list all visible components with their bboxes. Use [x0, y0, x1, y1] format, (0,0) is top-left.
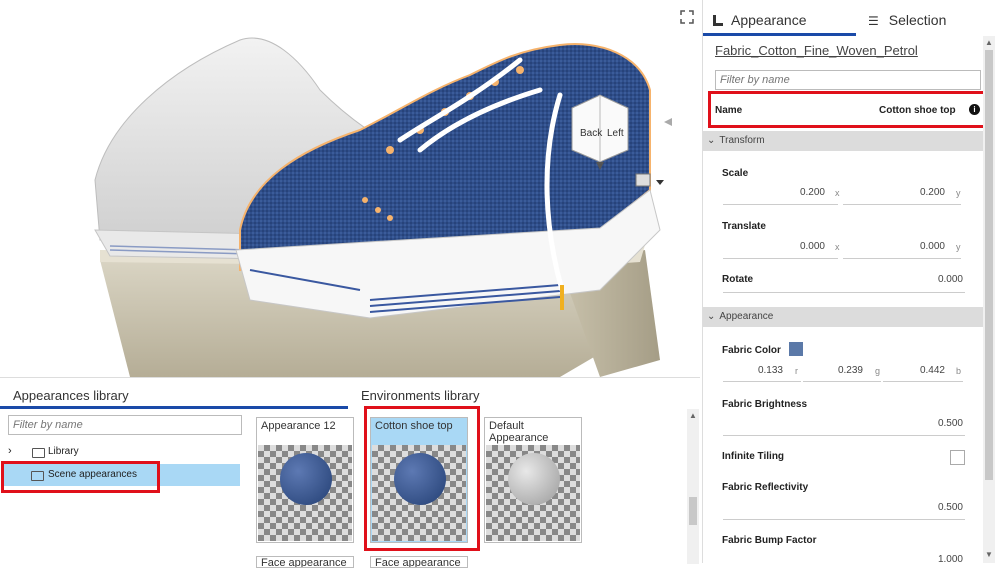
- translate-label: Translate: [722, 221, 766, 232]
- fabric-color-swatch[interactable]: [789, 342, 803, 356]
- infinite-tiling-checkbox[interactable]: [950, 450, 965, 465]
- scale-label: Scale: [722, 168, 749, 179]
- tile-label: Default Appearance: [489, 420, 549, 444]
- chevron-down-icon: ⌄: [707, 135, 716, 146]
- appearance-tile-5[interactable]: Face appearance: [370, 556, 468, 568]
- active-tab-indicator: [703, 33, 856, 36]
- library-scrollbar-thumb[interactable]: [689, 497, 697, 525]
- scale-y-underline: [843, 204, 961, 205]
- scale-y-unit: y: [956, 188, 961, 198]
- bottom-panel: Appearances library Environments library…: [0, 377, 700, 568]
- appearance-preview: [486, 445, 580, 541]
- color-g-unit: g: [875, 366, 881, 376]
- appearance-preview: [258, 445, 352, 541]
- appearance-tile-3[interactable]: Default Appearance: [484, 417, 582, 543]
- cotton-tile-highlight: [364, 406, 480, 551]
- appearance-section-header[interactable]: ⌄ Appearance: [703, 307, 983, 327]
- color-b-underline: [883, 381, 963, 382]
- library-filter-input[interactable]: [8, 415, 242, 435]
- environments-library-title[interactable]: Environments library: [361, 388, 480, 403]
- folder-icon: [32, 448, 45, 458]
- rotate-label: Rotate: [722, 274, 754, 285]
- scale-y-value[interactable]: 0.200: [881, 187, 945, 198]
- panel-scrollbar-thumb[interactable]: [985, 50, 993, 480]
- scale-x-unit: x: [835, 188, 840, 198]
- tile-label: Appearance 12: [261, 420, 336, 432]
- fabric-reflectivity-label: Fabric Reflectivity: [722, 482, 809, 493]
- translate-x-underline: [723, 258, 838, 259]
- panel-filter-input[interactable]: [715, 70, 981, 90]
- tab-selection[interactable]: ☰ Selection: [868, 0, 988, 36]
- info-icon[interactable]: i: [969, 104, 980, 115]
- color-r-unit: r: [795, 366, 798, 376]
- material-link[interactable]: Fabric_Cotton_Fine_Woven_Petrol: [715, 43, 918, 58]
- list-icon: ☰: [868, 14, 879, 28]
- appearance-panel: Appearance ☰ Selection Fabric_Cotton_Fine…: [702, 0, 996, 565]
- tab-selection-label: Selection: [888, 12, 947, 28]
- transform-header-label: Transform: [719, 135, 765, 146]
- view-cube-back: Back: [580, 128, 603, 139]
- translate-y-underline: [843, 258, 961, 259]
- name-value[interactable]: Cotton shoe top: [879, 105, 956, 116]
- view-cube-left: Left: [607, 128, 624, 139]
- color-b-value[interactable]: 0.442: [903, 365, 945, 376]
- fabric-brightness-value[interactable]: 0.500: [893, 418, 963, 429]
- transform-section-header[interactable]: ⌄ Transform: [703, 131, 983, 151]
- color-g-value[interactable]: 0.239: [823, 365, 863, 376]
- translate-y-unit: y: [956, 242, 961, 252]
- scroll-up-icon[interactable]: ▲: [985, 38, 993, 47]
- infinite-tiling-label: Infinite Tiling: [722, 451, 785, 462]
- chevron-down-icon: ⌄: [707, 311, 716, 322]
- appearance-tab-icon: [713, 15, 723, 26]
- color-r-underline: [723, 381, 801, 382]
- fabric-reflectivity-underline: [723, 519, 965, 520]
- panel-scrollbar[interactable]: ▲ ▼: [983, 36, 995, 563]
- name-label: Name: [715, 105, 743, 116]
- color-b-unit: b: [956, 366, 962, 376]
- fabric-brightness-underline: [723, 435, 965, 436]
- translate-y-value[interactable]: 0.000: [881, 241, 945, 252]
- preview-sphere: [508, 453, 560, 505]
- appearance-tile-4[interactable]: Face appearance: [256, 556, 354, 568]
- fullscreen-icon[interactable]: [680, 10, 694, 24]
- translate-x-unit: x: [835, 242, 840, 252]
- 3d-viewport[interactable]: Back Left: [0, 0, 700, 377]
- tree-item-label: Library: [48, 446, 79, 457]
- preview-sphere: [280, 453, 332, 505]
- appearance-header-label: Appearance: [719, 311, 774, 322]
- scroll-up-icon[interactable]: ▲: [689, 411, 697, 420]
- scale-x-underline: [723, 204, 838, 205]
- scroll-down-icon[interactable]: ▼: [985, 550, 993, 559]
- tree-item-library[interactable]: › Library: [6, 445, 240, 461]
- appearance-tile-1[interactable]: Appearance 12: [256, 417, 354, 543]
- color-r-value[interactable]: 0.133: [743, 365, 783, 376]
- library-tab-indicator: [0, 406, 348, 409]
- scene-appearances-highlight: [1, 461, 160, 493]
- view-options-icon[interactable]: [635, 173, 664, 187]
- fabric-bump-value[interactable]: 1.000: [893, 554, 963, 565]
- library-scrollbar[interactable]: ▲: [687, 409, 699, 564]
- fabric-reflectivity-value[interactable]: 0.500: [893, 502, 963, 513]
- rotate-underline: [723, 292, 965, 293]
- shoe-render: Back Left: [94, 37, 672, 377]
- fabric-brightness-label: Fabric Brightness: [722, 399, 808, 410]
- chevron-right-icon: ›: [8, 445, 12, 457]
- scale-x-value[interactable]: 0.200: [763, 187, 825, 198]
- appearances-library-title[interactable]: Appearances library: [13, 388, 129, 403]
- tab-appearance[interactable]: Appearance: [713, 0, 853, 36]
- tab-appearance-label: Appearance: [731, 12, 807, 28]
- translate-x-value[interactable]: 0.000: [763, 241, 825, 252]
- rotate-value[interactable]: 0.000: [893, 274, 963, 285]
- color-g-underline: [803, 381, 881, 382]
- fabric-bump-label: Fabric Bump Factor: [722, 535, 817, 546]
- fabric-color-label: Fabric Color: [722, 345, 781, 356]
